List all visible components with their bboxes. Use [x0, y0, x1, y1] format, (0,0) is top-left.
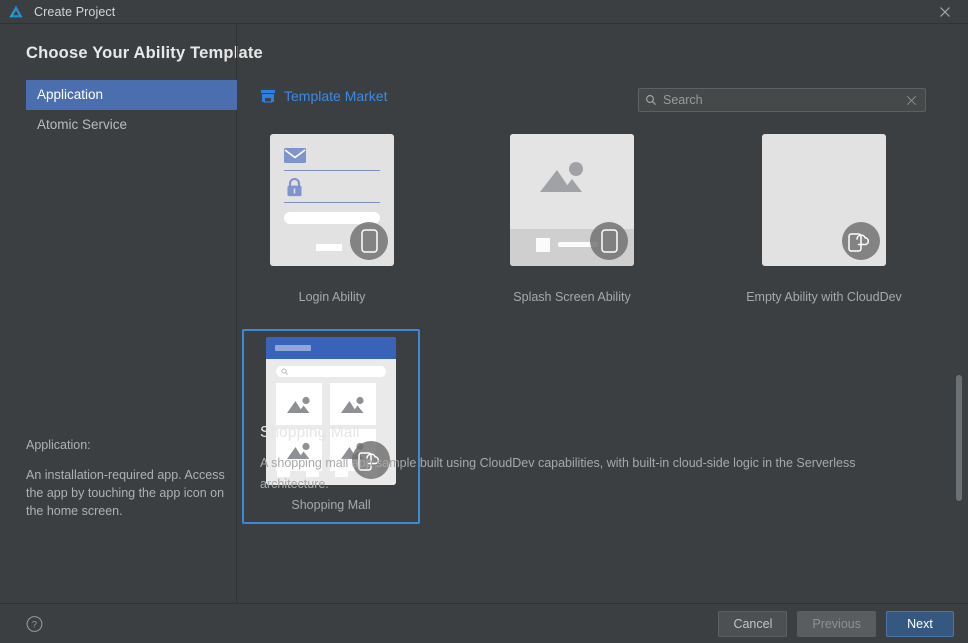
- template-thumbnail: [510, 134, 634, 266]
- template-grid: Login Ability Splash Screen Ability Empt…: [238, 124, 968, 603]
- template-card-splash-screen-ability[interactable]: Splash Screen Ability: [484, 124, 660, 316]
- template-card-empty-ability-with-clouddev[interactable]: Empty Ability with CloudDev: [724, 124, 924, 316]
- envelope-icon: [284, 148, 306, 163]
- template-detail: Shopping Mall A shopping mall app sample…: [260, 424, 920, 495]
- sidebar-description-heading: Application:: [26, 438, 91, 452]
- sidebar-description-body: An installation-required app. Access the…: [26, 468, 225, 518]
- sidebar-item-atomic-service[interactable]: Atomic Service: [26, 110, 237, 140]
- search-input-value: Search: [663, 93, 703, 107]
- thumbnail-app-bar: [266, 337, 396, 359]
- lock-icon: [287, 178, 302, 197]
- scrollbar-thumb[interactable]: [956, 375, 962, 501]
- input-underline: [284, 202, 380, 203]
- phone-cloud-badge: [842, 222, 880, 260]
- template-thumbnail: [762, 134, 886, 266]
- vertical-scrollbar[interactable]: [954, 24, 966, 603]
- template-card-login-ability[interactable]: Login Ability: [244, 124, 420, 316]
- thumbnail-product-tile: [330, 383, 376, 425]
- template-market-link[interactable]: Template Market: [260, 88, 387, 104]
- window-title: Create Project: [34, 4, 116, 19]
- clear-search-icon[interactable]: [906, 95, 917, 106]
- footer-button-row: Cancel Previous Next: [718, 610, 954, 637]
- sidebar-description: Application: An installation-required ap…: [26, 436, 226, 520]
- thumbnail-app-bar-title: [275, 345, 311, 351]
- dialog-footer: ? Cancel Previous Next: [0, 603, 968, 643]
- sidebar-item-label: Application: [37, 87, 104, 102]
- svg-text:?: ?: [32, 619, 37, 629]
- sidebar-item-application[interactable]: Application: [26, 80, 237, 110]
- close-icon: [940, 7, 950, 17]
- input-underline: [284, 170, 380, 171]
- search-icon: [281, 368, 288, 375]
- title-bar: Create Project: [0, 0, 968, 24]
- detail-title: Shopping Mall: [260, 424, 360, 441]
- phone-badge: [350, 222, 388, 260]
- template-market-label: Template Market: [284, 88, 388, 104]
- search-input[interactable]: Search: [638, 88, 926, 112]
- cancel-button[interactable]: Cancel: [718, 610, 788, 637]
- template-card-label: Empty Ability with CloudDev: [746, 290, 902, 304]
- thumbnail-logo-square: [536, 238, 550, 252]
- sidebar-item-label: Atomic Service: [37, 117, 128, 132]
- template-card-label: Splash Screen Ability: [513, 290, 631, 304]
- image-placeholder-icon: [341, 396, 364, 413]
- help-circle-icon[interactable]: ?: [26, 615, 43, 632]
- phone-badge: [590, 222, 628, 260]
- phone-icon: [360, 229, 378, 253]
- phone-cloud-icon: [848, 233, 870, 252]
- create-project-dialog: Create Project Choose Your Ability Templ…: [0, 0, 968, 643]
- next-button[interactable]: Next: [886, 610, 954, 637]
- deveco-logo-icon: [9, 5, 23, 17]
- thumbnail-submit-button: [316, 244, 342, 251]
- main-panel: Template Market Search Login Ability Spl…: [238, 24, 968, 603]
- template-thumbnail: [270, 134, 394, 266]
- close-button[interactable]: [922, 0, 968, 24]
- image-placeholder-icon: [540, 162, 583, 192]
- thumbnail-search-field: [276, 366, 386, 377]
- storefront-icon: [261, 89, 275, 103]
- phone-icon: [600, 229, 618, 253]
- sidebar-list: Application Atomic Service: [26, 80, 237, 140]
- thumbnail-product-tile: [276, 383, 322, 425]
- previous-button[interactable]: Previous: [797, 610, 876, 637]
- sidebar: Application Atomic Service Application: …: [0, 24, 237, 603]
- search-icon: [646, 95, 656, 105]
- image-placeholder-icon: [287, 396, 310, 413]
- detail-description: A shopping mall app sample built using C…: [260, 456, 856, 491]
- template-card-label: Shopping Mall: [291, 498, 371, 512]
- template-card-label: Login Ability: [298, 290, 366, 304]
